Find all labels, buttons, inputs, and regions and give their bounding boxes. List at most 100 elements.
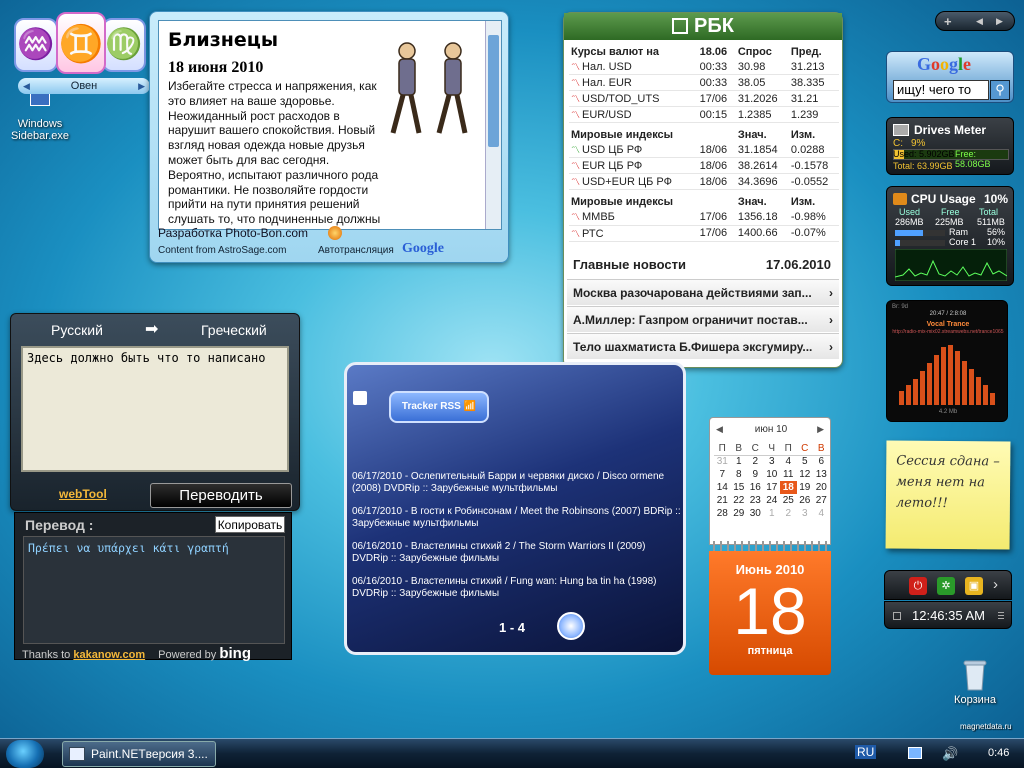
rbk-row[interactable]: 〽 USD ЦБ РФ 18/06 31.1854 0.0288 <box>569 142 839 159</box>
calendar-day[interactable]: 4 <box>780 455 797 468</box>
calendar-day[interactable]: 2 <box>747 455 764 468</box>
calendar-day[interactable]: 20 <box>813 481 830 494</box>
calendar-day[interactable]: 26 <box>797 494 814 507</box>
calendar-day[interactable]: 30 <box>747 507 764 520</box>
calendar-day[interactable]: 4 <box>813 507 830 520</box>
desktop-icon-windows-sidebar[interactable]: Windows Sidebar.exe <box>5 92 75 142</box>
calendar-day[interactable]: 14 <box>714 481 731 494</box>
clock-menu-icon[interactable] <box>998 612 1004 621</box>
scroll-thumb[interactable] <box>488 35 499 147</box>
horoscope-settings-icon[interactable] <box>328 226 342 240</box>
translate-button[interactable]: Переводить <box>150 483 292 508</box>
calendar-day[interactable]: 3 <box>797 507 814 520</box>
calendar-day[interactable]: 6 <box>813 455 830 468</box>
rss-item[interactable]: 06/17/2010 - В гости к Робинсонам / Meet… <box>352 506 682 530</box>
desktop-icon-recycle-bin[interactable]: Корзина <box>940 656 1010 706</box>
radio-visualizer-gadget[interactable]: Br: 9d 20:47 / 2:8:08 Vocal Trance http:… <box>886 300 1008 422</box>
next-page-icon[interactable]: ▶ <box>996 16 1003 27</box>
network-icon[interactable] <box>908 747 922 759</box>
calendar-day[interactable]: 10 <box>764 468 781 481</box>
zodiac-selector-bar[interactable]: ◀ Овен ▶ <box>18 78 150 94</box>
next-month-icon[interactable]: ▶ <box>817 424 824 435</box>
calendar-day[interactable]: 11 <box>780 468 797 481</box>
source-text-input[interactable]: Здесь должно быть что то написано <box>21 346 289 472</box>
rbk-row[interactable]: 〽 USD+EUR ЦБ РФ 18/06 34.3696 -0.0552 <box>569 173 839 191</box>
calendar-day[interactable]: 2 <box>780 507 797 520</box>
power-icon[interactable]: ⏻ <box>909 577 927 595</box>
note-text[interactable]: Сессия сдана – меня нет на лето!!! <box>886 440 1011 514</box>
copy-button[interactable]: Копировать <box>215 516 285 533</box>
calendar-day[interactable]: 28 <box>714 507 731 520</box>
tracker-rss-button[interactable]: Tracker RSS 📶 <box>389 391 489 423</box>
prev-page-icon[interactable]: ◀ <box>976 16 983 27</box>
rbk-row[interactable]: 〽 РТС 17/06 1400.66 -0.07% <box>569 225 839 242</box>
search-icon[interactable]: ⚲ <box>990 80 1010 100</box>
calendar-day[interactable]: 1 <box>764 507 781 520</box>
calendar-day[interactable]: 25 <box>780 494 797 507</box>
chevron-right-icon[interactable]: › <box>993 576 998 593</box>
rss-item[interactable]: 06/16/2010 - Властелины стихий 2 / The S… <box>352 541 682 565</box>
calendar-day[interactable]: 8 <box>731 468 748 481</box>
rbk-cell: 1.2385 <box>735 106 789 124</box>
swap-arrow-icon[interactable]: ➡ <box>145 319 158 339</box>
calendar-day[interactable]: 9 <box>747 468 764 481</box>
webtool-link[interactable]: webTool <box>59 487 107 501</box>
taskbar-clock[interactable]: 0:46 <box>988 747 1009 759</box>
calendar-day[interactable]: 7 <box>714 468 731 481</box>
rbk-row[interactable]: 〽 ММВБ 17/06 1356.18 -0.98% <box>569 209 839 226</box>
kakanow-link[interactable]: kakanow.com <box>73 649 145 661</box>
calendar-day[interactable]: 27 <box>813 494 830 507</box>
calendar-day[interactable]: 3 <box>764 455 781 468</box>
calendar-day[interactable]: 31 <box>714 455 731 468</box>
lock-icon[interactable]: ▣ <box>965 577 983 595</box>
calendar-day[interactable]: 19 <box>797 481 814 494</box>
zodiac-gemini-icon[interactable]: ♊ <box>56 12 106 74</box>
translation-output[interactable]: Πρέπει να υπάρχει κάτι γραπτή <box>23 536 285 644</box>
volume-icon[interactable]: 🔊 <box>942 746 958 762</box>
rss-settings-icon[interactable] <box>353 391 367 405</box>
rbk-header-cell: Знач. <box>737 196 767 209</box>
rbk-row[interactable]: 〽 EUR/USD 00:15 1.2385 1.239 <box>569 106 839 124</box>
start-button[interactable] <box>6 740 44 768</box>
rbk-header[interactable]: РБК <box>564 13 842 40</box>
rbk-row[interactable]: 〽 USD/TOD_UTS 17/06 31.2026 31.21 <box>569 90 839 108</box>
calendar-day[interactable]: 5 <box>797 455 814 468</box>
rss-next-button[interactable] <box>557 612 585 640</box>
calendar-day[interactable]: 22 <box>731 494 748 507</box>
calendar-day[interactable]: 24 <box>764 494 781 507</box>
rbk-row[interactable]: 〽 Нал. USD 00:33 30.98 31.213 <box>569 59 839 76</box>
news-item[interactable]: Тело шахматиста Б.Фишера эксгумиру... › <box>567 333 839 359</box>
calendar-day[interactable]: 1 <box>731 455 748 468</box>
google-search-input[interactable]: ищу! чего то <box>893 80 989 100</box>
rss-item[interactable]: 06/17/2010 - Ослепительный Барри и червя… <box>352 471 682 495</box>
to-language[interactable]: Греческий <box>201 322 267 338</box>
restart-icon[interactable]: ✲ <box>937 577 955 595</box>
calendar-day[interactable]: 17 <box>764 481 781 494</box>
sticky-note[interactable]: Сессия сдана – меня нет на лето!!! <box>885 440 1011 550</box>
calendar-day[interactable]: 23 <box>747 494 764 507</box>
horoscope-content-from[interactable]: Content from AstroSage.com <box>158 245 286 256</box>
add-gadget-icon[interactable]: + <box>944 14 952 29</box>
horoscope-scrollbar[interactable] <box>485 21 501 229</box>
rbk-row[interactable]: 〽 Нал. EUR 00:33 38.05 38.335 <box>569 74 839 92</box>
rbk-section-header: Мировые индексы Знач. Изм. <box>569 123 839 143</box>
calendar-day[interactable]: 29 <box>731 507 748 520</box>
taskbar-item-paint-net[interactable]: Paint.NETверсия 3.... <box>62 741 216 767</box>
calendar-day[interactable]: 13 <box>813 468 830 481</box>
news-item[interactable]: А.Миллер: Газпром ограничит постав... › <box>567 306 839 332</box>
next-sign-icon[interactable]: ▶ <box>138 78 145 94</box>
rss-item[interactable]: 06/16/2010 - Властелины стихий / Fung wa… <box>352 576 682 600</box>
calendar-day[interactable]: 16 <box>747 481 764 494</box>
calendar-day[interactable]: 15 <box>731 481 748 494</box>
zodiac-virgo-icon[interactable]: ♍ <box>102 18 146 72</box>
calendar-day[interactable]: 18 <box>780 481 797 494</box>
language-indicator[interactable]: RU <box>855 745 877 759</box>
prev-sign-icon[interactable]: ◀ <box>23 78 30 94</box>
calendar-day[interactable]: 12 <box>797 468 814 481</box>
rbk-row[interactable]: 〽 EUR ЦБ РФ 18/06 38.2614 -0.1578 <box>569 157 839 175</box>
horoscope-developer[interactable]: Разработка Photo-Bon.com <box>158 226 308 240</box>
from-language[interactable]: Русский <box>51 322 103 338</box>
zodiac-aquarius-icon[interactable]: ♒ <box>14 18 58 72</box>
calendar-day[interactable]: 21 <box>714 494 731 507</box>
news-item[interactable]: Москва разочарована действиями зап... › <box>567 279 839 305</box>
